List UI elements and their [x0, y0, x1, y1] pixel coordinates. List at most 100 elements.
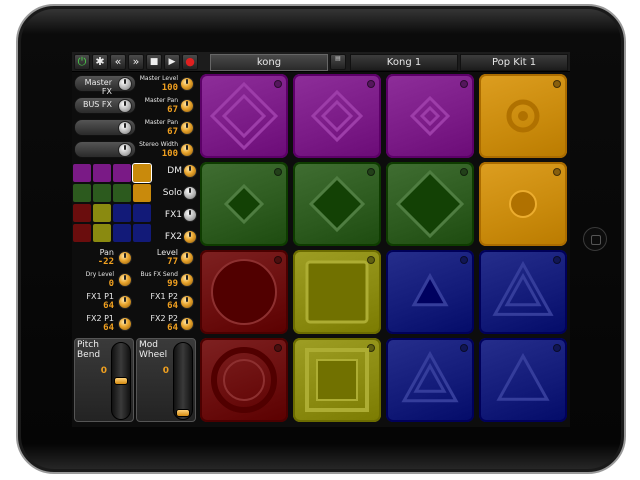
dry-level-label: Dry Level — [85, 271, 114, 278]
mod-wheel-panel: Mod Wheel 0 — [136, 338, 196, 422]
gear-icon[interactable]: ✱ — [92, 54, 108, 70]
master-fx-knob[interactable] — [118, 77, 132, 91]
forward-icon[interactable]: » — [128, 54, 144, 70]
drum-pad-4[interactable] — [479, 74, 567, 158]
drum-pad-10[interactable] — [293, 250, 381, 334]
pad-overview-cell[interactable] — [93, 204, 111, 222]
instrument-selector[interactable]: kong — [210, 54, 328, 71]
fx1-p2-value: 64 — [167, 301, 178, 311]
fx1-p2-label: FX1 P2 — [150, 292, 178, 301]
aux-knob-2[interactable] — [118, 143, 132, 157]
pad-overview-cell[interactable] — [93, 184, 111, 202]
mod-wheel-label-2: Wheel — [139, 350, 168, 360]
fx1-p2-knob[interactable] — [180, 295, 194, 309]
drum-pad-13[interactable] — [200, 338, 288, 422]
drum-pad-3[interactable] — [386, 74, 474, 158]
master-fx-row: Master FX Master Level 100 — [72, 74, 198, 96]
master-pan-value: 67 — [167, 105, 178, 115]
pitch-bend-label-2: Bend — [77, 350, 101, 360]
dm-toggle[interactable] — [183, 164, 197, 178]
drum-pad-7[interactable] — [386, 162, 474, 246]
drum-pad-8[interactable] — [479, 162, 567, 246]
dry-level-value: 0 — [108, 279, 114, 289]
power-icon[interactable]: ⏻ — [74, 54, 90, 70]
pad-overview-cell[interactable] — [132, 163, 152, 183]
pad-overview-cell[interactable] — [73, 224, 91, 242]
fx1-toggle[interactable] — [183, 208, 197, 222]
dm-label: DM — [167, 166, 182, 176]
pad-overview-cell[interactable] — [113, 224, 131, 242]
fx2-p1-knob[interactable] — [118, 317, 132, 331]
drum-pad-9[interactable] — [200, 250, 288, 334]
mod-wheel-slider[interactable] — [173, 342, 193, 420]
pad-overview-cell[interactable] — [133, 184, 151, 202]
fx2-p2-knob[interactable] — [180, 317, 194, 331]
dry-bus-row: Dry Level 0 Bus FX Send 99 — [72, 270, 198, 290]
kit-tab-popkit1[interactable]: Pop Kit 1 — [460, 54, 568, 71]
fx1-p1-label: FX1 P1 — [86, 292, 114, 301]
drum-pad-15[interactable] — [386, 338, 474, 422]
master-pan2-label: Master Pan — [144, 119, 178, 126]
play-icon[interactable]: ▶ — [164, 54, 180, 70]
drum-pad-6[interactable] — [293, 162, 381, 246]
master-pan2-knob[interactable] — [180, 121, 194, 135]
drum-pad-12[interactable] — [479, 250, 567, 334]
home-button[interactable] — [583, 227, 607, 251]
mod-wheel-value: 0 — [162, 366, 169, 376]
drum-pad-14[interactable] — [293, 338, 381, 422]
aux-knob-1[interactable] — [118, 121, 132, 135]
drum-pad-5[interactable] — [200, 162, 288, 246]
pad-overview-cell[interactable] — [73, 184, 91, 202]
fx2-params-row: FX2 P1 64 FX2 P2 64 — [72, 314, 198, 334]
bus-fx-send-knob[interactable] — [180, 273, 194, 287]
pitch-bend-slider[interactable] — [111, 342, 131, 420]
level-label: Level — [156, 248, 178, 257]
drum-pad-16[interactable] — [479, 338, 567, 422]
fx2-label: FX2 — [164, 232, 182, 242]
pan-level-row: Pan -22 Level 77 — [72, 248, 198, 268]
fx2-toggle[interactable] — [183, 230, 197, 244]
pad-overview-cell[interactable] — [113, 204, 131, 222]
master-pan2-row: Master Pan 67 — [72, 118, 198, 138]
pan-knob[interactable] — [118, 251, 132, 265]
master-pan-knob[interactable] — [180, 99, 194, 113]
stereo-width-label: Stereo Width — [139, 141, 178, 148]
master-fx-label: Master FX — [84, 78, 112, 96]
fx1-p1-knob[interactable] — [118, 295, 132, 309]
pad-overview-cell[interactable] — [133, 204, 151, 222]
drum-pad-2[interactable] — [293, 74, 381, 158]
drum-pad-11[interactable] — [386, 250, 474, 334]
bus-fx-send-label: Bus FX Send — [140, 271, 178, 278]
pan-label: Pan — [99, 248, 114, 257]
pad-overview-cell[interactable] — [93, 224, 111, 242]
level-knob[interactable] — [180, 251, 194, 265]
dry-level-knob[interactable] — [118, 273, 132, 287]
pad-overview-cell[interactable] — [93, 164, 111, 182]
pad-overview-cell[interactable] — [133, 224, 151, 242]
stereo-width-knob[interactable] — [180, 143, 194, 157]
pad-overview-cell[interactable] — [113, 184, 131, 202]
pad-overview-grid[interactable] — [73, 163, 153, 244]
pitch-bend-thumb[interactable] — [114, 377, 128, 385]
master-pan-label: Master Pan — [144, 97, 178, 104]
pitch-bend-label-1: Pitch — [77, 340, 99, 350]
toggle-view-icon[interactable]: ▤ — [330, 54, 346, 70]
record-icon[interactable]: ● — [182, 54, 198, 70]
mod-wheel-thumb[interactable] — [176, 409, 190, 417]
pad-overview-cell[interactable] — [73, 204, 91, 222]
pad-overview-cell[interactable] — [73, 164, 91, 182]
bus-fx-label: BUS FX — [82, 100, 112, 109]
pad-overview-cell[interactable] — [113, 164, 131, 182]
solo-label: Solo — [162, 188, 182, 198]
solo-toggle[interactable] — [183, 186, 197, 200]
kit-tab-kong1[interactable]: Kong 1 — [350, 54, 458, 71]
bus-fx-send-value: 99 — [167, 279, 178, 289]
master-level-knob[interactable] — [180, 77, 194, 91]
rewind-icon[interactable]: « — [110, 54, 126, 70]
pitch-bend-panel: Pitch Bend 0 — [74, 338, 134, 422]
app-screen: ⏻ ✱ « » ■ ▶ ● kong ▤ Kong 1 Pop Kit 1 Ma… — [72, 52, 570, 427]
stop-icon[interactable]: ■ — [146, 54, 162, 70]
drum-pad-1[interactable] — [200, 74, 288, 158]
bus-fx-knob[interactable] — [118, 99, 132, 113]
fx2-p2-value: 64 — [167, 323, 178, 333]
